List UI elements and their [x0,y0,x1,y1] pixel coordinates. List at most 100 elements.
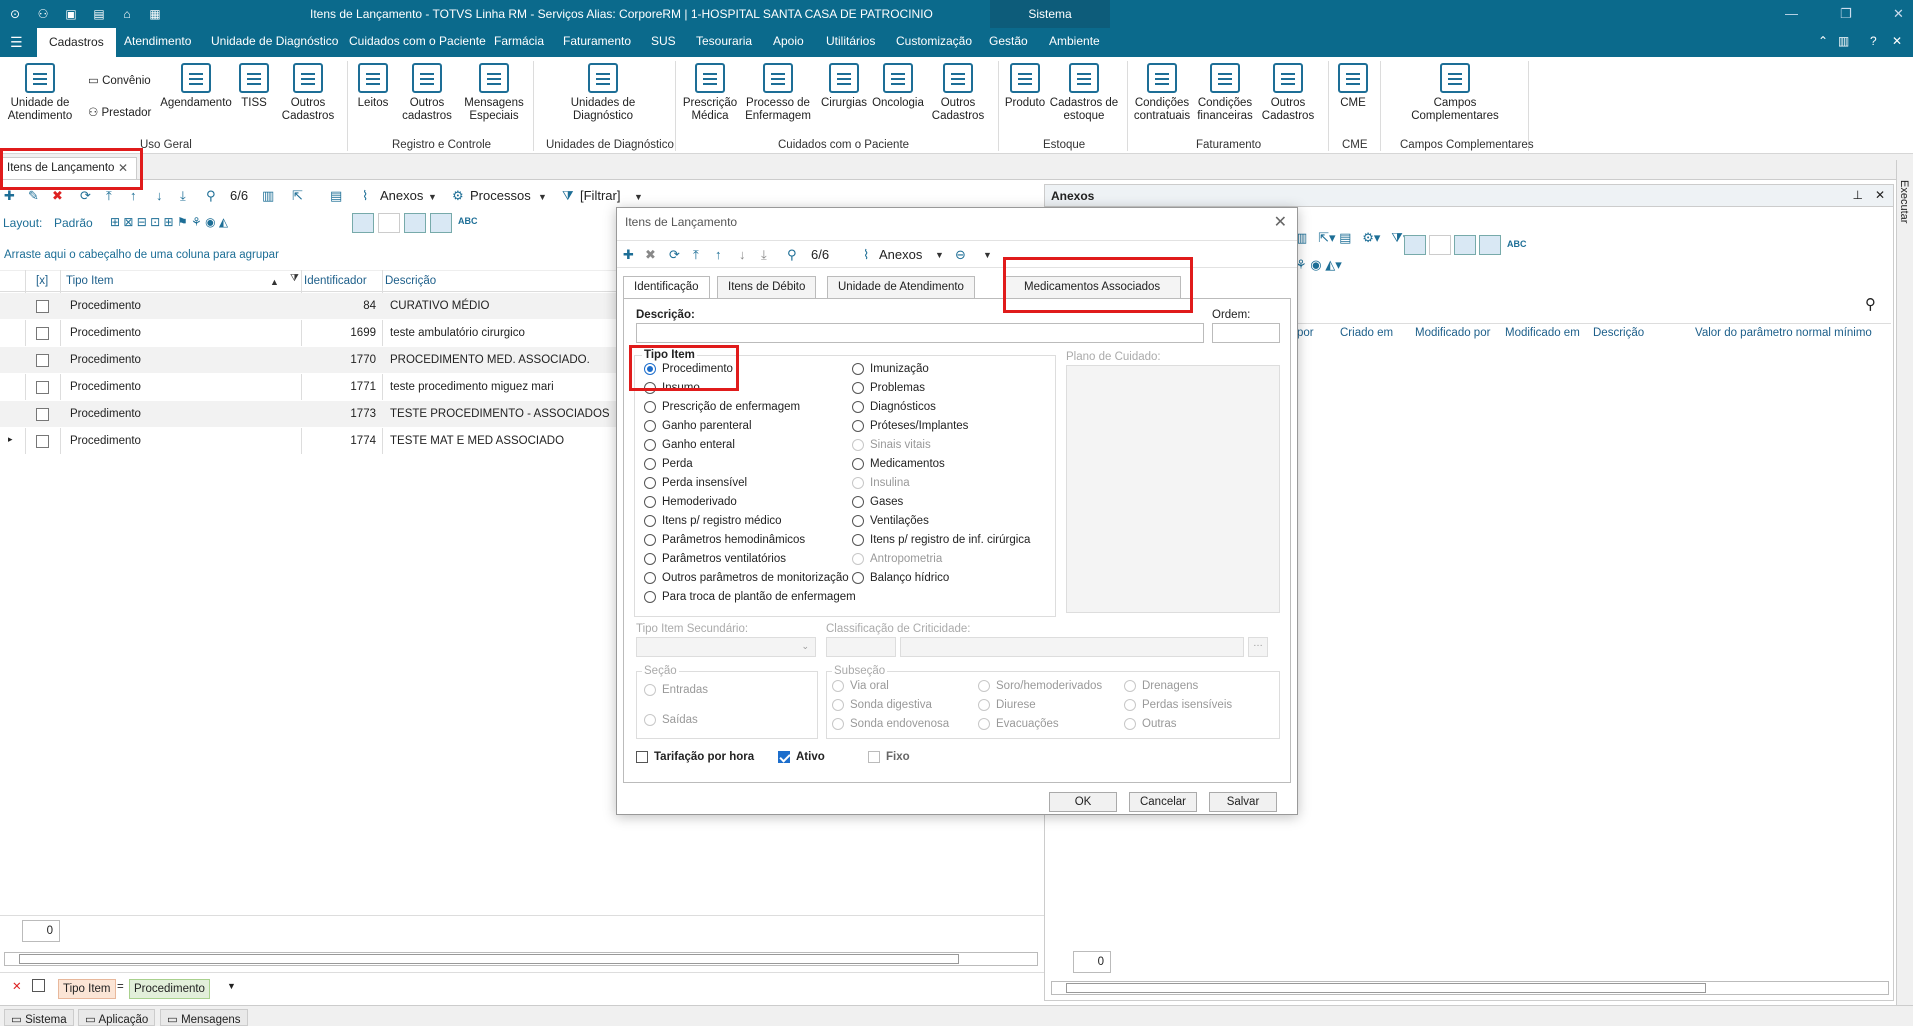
anexos-menu[interactable]: Anexos [380,188,423,203]
radio-diagnosticos[interactable]: Diagnósticos [852,401,936,413]
plano-cuidado-list[interactable] [1066,365,1280,613]
ribbon-prestador[interactable]: ⚇ Prestador [88,105,151,119]
abc-icon[interactable]: ABC [458,216,478,226]
ribbon-cirurgias[interactable]: Cirurgias [818,63,870,110]
table-row[interactable]: ▸ Procedimento 1774 TESTE MAT E MED ASSOCIA… [0,428,620,455]
radio-via-oral[interactable]: Via oral [832,680,889,692]
radio-gases[interactable]: Gases [852,496,903,508]
classificacao-lookup-button[interactable]: … [1248,637,1268,657]
refresh-icon[interactable]: ⟳ [669,247,680,263]
radio-problemas[interactable]: Problemas [852,382,925,394]
ribbon-leitos[interactable]: Leitos [352,63,394,110]
layout-icon[interactable]: ▣ [62,5,80,23]
tab-apoio[interactable]: Apoio [773,34,804,48]
tab-tesouraria[interactable]: Tesouraria [696,34,752,48]
menu-icon[interactable]: ☰ [10,34,23,51]
radio-ganho-enteral[interactable]: Ganho enteral [644,439,735,451]
search-icon[interactable]: ⚲ [1865,295,1876,313]
ribbon-condicoes-financeiras[interactable]: Condições financeiras [1194,63,1256,123]
collapse-ribbon-icon[interactable]: ⌃ [1818,34,1828,48]
export-icon[interactable]: ⇱ [292,188,303,204]
executar-tab[interactable]: Executar [1898,180,1910,223]
ribbon-prescricao-medica[interactable]: Prescrição Médica [682,63,738,123]
radio-parametros-ventilatorios[interactable]: Parâmetros ventilatórios [644,553,786,565]
dialog-anexos-menu[interactable]: Anexos [879,247,922,262]
home-icon[interactable]: ⌂ [118,5,136,23]
close-icon[interactable]: ✕ [1893,6,1904,22]
tab-atendimento[interactable]: Atendimento [124,34,191,48]
report-icon[interactable]: ▤ [330,188,342,204]
delete-icon[interactable]: ✖ [645,247,656,263]
radio-perdas-isensiveis[interactable]: Perdas isensíveis [1124,699,1232,711]
attach-icon[interactable]: ⌇ [863,247,869,263]
table-row[interactable]: Procedimento 84 CURATIVO MÉDIO [0,293,620,320]
app-icon[interactable]: ⊙ [6,5,24,23]
ribbon-convenio[interactable]: ▭ Convênio [88,73,151,87]
chevron-down-icon[interactable]: ▼ [634,192,643,202]
chevron-down-icon[interactable]: ▼ [538,192,547,202]
last-icon[interactable]: ⤓ [761,247,767,263]
radio-evacuacoes[interactable]: Evacuações [978,718,1059,730]
classificacao-codigo-input[interactable] [826,637,896,657]
layout-view-icon[interactable] [1454,235,1476,255]
abc-icon[interactable]: ABC [1507,239,1527,249]
search-icon[interactable]: ⚲ [206,188,216,204]
down-icon[interactable]: ↓ [156,188,163,203]
ribbon-processo-enfermagem[interactable]: Processo de Enfermagem [740,63,816,123]
descricao-input[interactable] [636,323,1204,343]
filter-operator[interactable]: = [117,981,124,993]
ordem-input[interactable] [1212,323,1280,343]
table-row[interactable]: Procedimento 1773 TESTE PROCEDIMENTO - ASS… [0,401,620,428]
filter-value-chip[interactable]: Procedimento [129,979,210,999]
radio-itens-registro-medico[interactable]: Itens p/ registro médico [644,515,782,527]
layout-view-icon[interactable] [1404,235,1426,255]
radio-sonda-digestiva[interactable]: Sonda digestiva [832,699,932,711]
tarifacao-checkbox[interactable]: Tarifação por hora [636,751,754,763]
anexos-horizontal-scrollbar[interactable] [1051,981,1889,995]
row-checkbox[interactable] [36,327,49,340]
radio-outros-parametros[interactable]: Outros parâmetros de monitorização [644,572,849,584]
row-checkbox[interactable] [36,381,49,394]
layout-select[interactable]: Padrão [54,216,93,230]
row-checkbox[interactable] [36,408,49,421]
ribbon-outros-cadastros-3[interactable]: Outros Cadastros [926,63,990,123]
layout-view-icon[interactable] [378,213,400,233]
ribbon-outros-cadastros-4[interactable]: Outros Cadastros [1256,63,1320,123]
filter-field-chip[interactable]: Tipo Item [58,979,116,999]
layout-view-icon[interactable] [352,213,374,233]
chevron-down-icon[interactable]: ▼ [935,250,944,260]
add-icon[interactable]: ✚ [623,247,634,263]
close-panel-icon[interactable]: ✕ [1875,188,1885,202]
table-row[interactable]: Procedimento 1771 teste procedimento migue… [0,374,620,401]
tipo-item-secundario-select[interactable]: ⌄ [636,637,816,657]
radio-perda[interactable]: Perda [644,458,693,470]
row-checkbox[interactable] [36,300,49,313]
window-icon[interactable]: ▤ [90,5,108,23]
panel-icon[interactable]: ▥ [1838,34,1849,48]
radio-imunizacao[interactable]: Imunização [852,363,929,375]
status-aplicacao[interactable]: ▭ Aplicação [78,1009,156,1026]
radio-perda-insensivel[interactable]: Perda insensível [644,477,747,489]
tab-cuidados-paciente[interactable]: Cuidados com o Paciente [349,34,486,48]
dialog-close-icon[interactable]: ✕ [1274,212,1287,232]
ribbon-condicoes-contratuais[interactable]: Condições contratuais [1132,63,1192,123]
ribbon-oncologia[interactable]: Oncologia [870,63,926,110]
tab-sus[interactable]: SUS [651,34,676,48]
radio-insulina[interactable]: Insulina [852,477,910,489]
anexos-layout-icons[interactable]: ⚘ ◉ ◭▾ [1295,257,1342,273]
attach-icon[interactable]: ⌇ [362,188,368,204]
radio-saidas[interactable]: Saídas [644,714,698,726]
tab-gestao[interactable]: Gestão [989,34,1028,48]
save-button[interactable]: Salvar [1209,792,1277,812]
calendar-icon[interactable]: ▦ [146,5,164,23]
tab-ambiente[interactable]: Ambiente [1049,34,1100,48]
tab-unidade-diagnostico[interactable]: Unidade de Diagnóstico [211,34,338,48]
status-sistema[interactable]: ▭ Sistema [4,1009,74,1026]
layout-view-icon[interactable] [430,213,452,233]
ativo-checkbox[interactable]: Ativo [778,751,825,763]
radio-ventilacoes[interactable]: Ventilações [852,515,929,527]
scroll-thumb[interactable] [1066,983,1706,993]
ribbon-outros-cadastros-1[interactable]: Outros Cadastros [277,63,339,123]
refresh-icon[interactable]: ⟳ [80,188,91,204]
tab-unidade-atendimento[interactable]: Unidade de Atendimento [827,276,975,298]
